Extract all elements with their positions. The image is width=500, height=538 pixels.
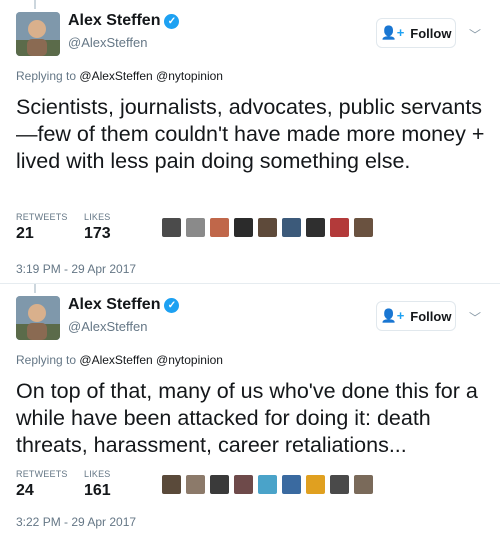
likes-label: LIKES	[84, 469, 111, 479]
reply-context: Replying to @AlexSteffen @nytopinion	[16, 353, 223, 367]
retweets-label: RETWEETS	[16, 212, 68, 222]
verified-badge-icon: ✓	[164, 14, 180, 29]
tweet-timestamp[interactable]: 3:19 PM - 29 Apr 2017	[16, 262, 136, 276]
tweet-text: Scientists, journalists, advocates, publ…	[16, 95, 485, 173]
liker-avatar[interactable]	[210, 218, 229, 237]
liker-avatar[interactable]	[282, 475, 301, 494]
retweets-count[interactable]: 24	[16, 482, 34, 500]
author-name[interactable]: Alex Steffen ✓	[68, 12, 180, 30]
avatar[interactable]	[16, 12, 60, 56]
chevron-down-icon[interactable]: ﹀	[469, 26, 481, 43]
follow-button[interactable]: 👤+ Follow	[376, 301, 456, 331]
liker-avatar[interactable]	[234, 475, 253, 494]
liker-avatar[interactable]	[210, 475, 229, 494]
thread-connector	[34, 284, 36, 293]
liker-avatar[interactable]	[234, 218, 253, 237]
reply-context: Replying to @AlexSteffen @nytopinion	[16, 69, 223, 83]
author-name[interactable]: Alex Steffen ✓	[68, 296, 180, 314]
liker-avatar[interactable]	[330, 218, 349, 237]
verified-badge-icon: ✓	[164, 298, 180, 313]
likes-count[interactable]: 173	[84, 225, 111, 243]
liker-avatar[interactable]	[162, 218, 181, 237]
chevron-down-icon[interactable]: ﹀	[469, 309, 481, 326]
follow-user-icon: 👤+	[380, 308, 405, 323]
liker-avatar[interactable]	[186, 218, 205, 237]
liker-avatar[interactable]	[258, 218, 277, 237]
avatar-image	[16, 12, 60, 56]
likes-label: LIKES	[84, 212, 111, 222]
liker-avatar[interactable]	[354, 218, 373, 237]
avatar[interactable]	[16, 296, 60, 340]
liker-avatar[interactable]	[306, 475, 325, 494]
reply-mentions-link[interactable]: @AlexSteffen @nytopinion	[79, 353, 223, 367]
retweets-label: RETWEETS	[16, 469, 68, 479]
tweet-text: On top of that, many of us who've done t…	[16, 379, 478, 457]
follow-user-icon: 👤+	[380, 25, 405, 40]
reply-mentions-link[interactable]: @AlexSteffen @nytopinion	[79, 69, 223, 83]
likes-count[interactable]: 161	[84, 482, 111, 500]
thread-connector	[34, 0, 36, 9]
liker-avatar[interactable]	[282, 218, 301, 237]
liker-avatar[interactable]	[162, 475, 181, 494]
liker-avatar[interactable]	[354, 475, 373, 494]
liker-avatars	[162, 475, 373, 494]
liker-avatar[interactable]	[186, 475, 205, 494]
liker-avatars	[162, 218, 373, 237]
author-handle[interactable]: @AlexSteffen	[68, 35, 147, 50]
tweet-1: Alex Steffen ✓ @AlexSteffen 👤+ Follow ﹀ R…	[0, 0, 500, 283]
author-handle[interactable]: @AlexSteffen	[68, 319, 147, 334]
tweet-timestamp[interactable]: 3:22 PM - 29 Apr 2017	[16, 515, 136, 529]
avatar-image	[16, 296, 60, 340]
liker-avatar[interactable]	[330, 475, 349, 494]
retweets-count[interactable]: 21	[16, 225, 34, 243]
follow-button[interactable]: 👤+ Follow	[376, 18, 456, 48]
tweet-2: Alex Steffen ✓ @AlexSteffen 👤+ Follow ﹀ R…	[0, 284, 500, 538]
liker-avatar[interactable]	[306, 218, 325, 237]
liker-avatar[interactable]	[258, 475, 277, 494]
